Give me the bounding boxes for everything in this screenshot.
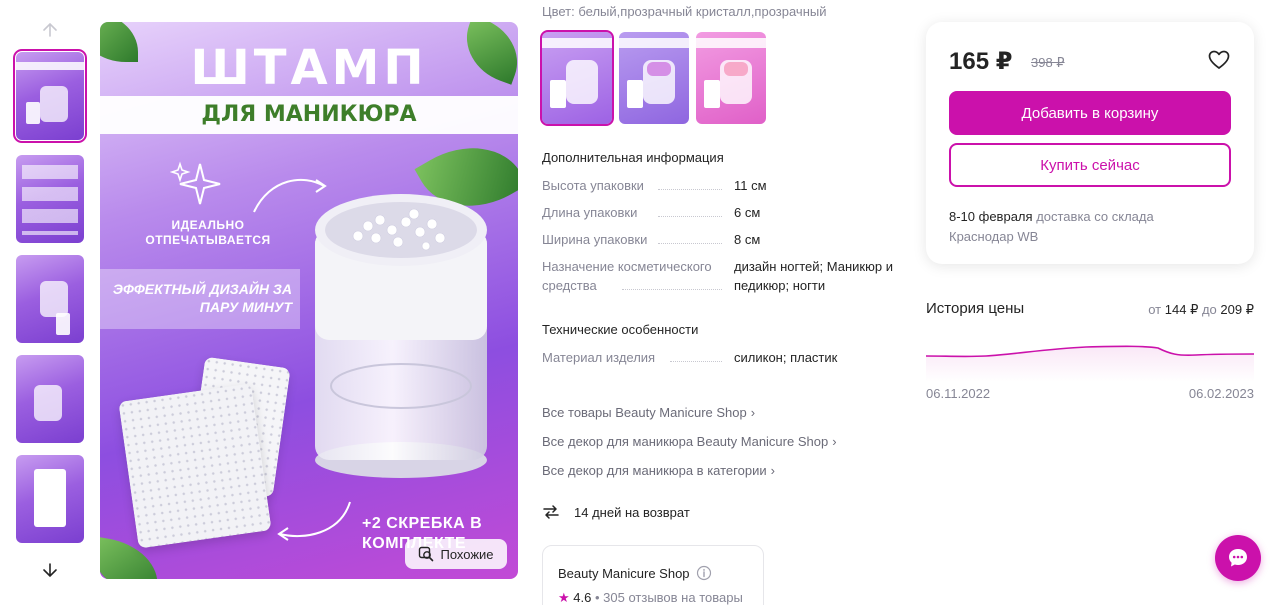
range-to-value: 209 ₽ [1220, 302, 1254, 317]
range-from-label: от [1148, 302, 1162, 317]
stamp-jar-illustration [315, 194, 487, 478]
thumbnail-1[interactable] [13, 49, 87, 143]
hero-subtitle: ДЛЯ МАНИКЮРА [201, 102, 417, 127]
seller-reviews[interactable]: 305 отзывов на товары [603, 590, 743, 605]
color-value: белый,прозрачный кристалл,прозрачный [578, 4, 827, 19]
curved-arrow-2-icon [277, 501, 351, 541]
thumbnail-5[interactable] [16, 455, 84, 543]
color-swatch-2[interactable] [619, 32, 689, 124]
spec-dots [622, 289, 722, 290]
seller-rating: 4.6 [573, 590, 592, 605]
spec-dots [658, 189, 722, 190]
spec-dots [658, 243, 722, 244]
color-swatch-3[interactable] [696, 32, 766, 124]
thumbnail-scroll-up-button[interactable] [38, 18, 62, 42]
main-product-image[interactable]: ШТАМП ДЛЯ МАНИКЮРА ИДЕАЛЬНО ОТПЕЧАТЫВАЕТ… [100, 22, 518, 579]
price-history-title: История цены [926, 300, 1025, 317]
add-to-cart-button[interactable]: Добавить в корзину [949, 91, 1231, 135]
thumbnail-4[interactable] [16, 355, 84, 443]
arrow-down-icon [43, 563, 57, 578]
spec-label: Материал изделия [542, 350, 656, 365]
link-all-seller-products[interactable]: Все товары Beauty Manicure Shop › [542, 405, 755, 420]
star-icon: ★ [558, 590, 570, 605]
color-swatch-1[interactable] [540, 30, 614, 126]
color-label: Цвет: [542, 4, 575, 19]
scraper-card-1 [118, 383, 272, 549]
return-policy-text: 14 дней на возврат [574, 504, 690, 520]
technical-title: Технические особенности [542, 322, 699, 337]
chevron-right-icon: › [750, 405, 756, 420]
spec-value: 11 см [734, 178, 767, 193]
sparkle-icon [170, 161, 221, 205]
price-history-chart[interactable] [926, 336, 1254, 382]
return-policy: 14 дней на возврат [542, 503, 690, 521]
rating-dot: • [594, 590, 604, 605]
price-history-start-date: 06.11.2022 [926, 386, 991, 401]
old-price: 398 ₽ [1031, 55, 1065, 70]
seller-name[interactable]: Beauty Manicure Shop [558, 566, 690, 581]
current-price: 165 ₽ [949, 48, 1013, 75]
chat-icon [1229, 549, 1247, 567]
thumbnail-2[interactable] [16, 155, 84, 243]
spec-dots [670, 361, 722, 362]
info-icon[interactable] [696, 565, 712, 581]
similar-button[interactable]: Похожие [405, 539, 507, 569]
thumbnail-column [12, 14, 88, 594]
link-label: Все декор для маникюра Beauty Manicure S… [542, 434, 829, 449]
similar-label: Похожие [440, 546, 494, 562]
price-history-end-date: 06.02.2023 [1188, 386, 1254, 401]
seller-name-row: Beauty Manicure Shop [558, 565, 712, 581]
buy-now-button[interactable]: Купить сейчас [949, 143, 1231, 187]
chevron-right-icon: › [832, 434, 837, 449]
seller-card[interactable]: Beauty Manicure Shop ★ 4.6 • 305 отзывов… [542, 545, 764, 605]
range-to-label: до [1201, 302, 1217, 317]
seller-rating-row: ★ 4.6 • 305 отзывов на товары [558, 590, 743, 605]
search-similar-icon [419, 546, 434, 562]
thumbnail-scroll-down-button[interactable] [38, 558, 62, 582]
price-history-range: от 144 ₽ до 209 ₽ [1148, 302, 1254, 318]
link-seller-category[interactable]: Все декор для маникюра Beauty Manicure S… [542, 434, 837, 449]
chat-button[interactable] [1215, 535, 1261, 581]
range-from-value: 144 ₽ [1164, 302, 1199, 317]
link-label: Все товары Beauty Manicure Shop [542, 405, 747, 420]
hero-feature-design: ЭФФЕКТНЫЙ ДИЗАЙН ЗА ПАРУ МИНУТ [112, 281, 292, 315]
link-label: Все декор для маникюра в категории [542, 463, 767, 478]
buy-card: 165 ₽ 398 ₽ Добавить в корзину Купить се… [926, 22, 1254, 264]
spec-dots [658, 216, 722, 217]
color-line: Цвет: белый,прозрачный кристалл,прозрачн… [542, 4, 826, 19]
spec-label: Длина упаковки [542, 205, 638, 220]
spec-value: дизайн ногтей; Маникюр и педикюр; ногти [734, 259, 893, 293]
link-category[interactable]: Все декор для маникюра в категории › [542, 463, 775, 478]
delivery-info: 8-10 февраля доставка со склада Краснода… [949, 207, 1189, 247]
arrow-up-icon [43, 22, 57, 37]
additional-info-title: Дополнительная информация [542, 150, 724, 165]
heart-icon[interactable] [1208, 50, 1230, 70]
hero-feature-perfect-print: ИДЕАЛЬНО ОТПЕЧАТЫВАЕТСЯ [145, 218, 271, 247]
spec-label: Высота упаковки [542, 178, 644, 193]
spec-value: 6 см [734, 205, 761, 220]
hero-title: ШТАМП [190, 40, 428, 96]
spec-value: 8 см [734, 232, 761, 247]
thumbnail-3[interactable] [16, 255, 84, 343]
chevron-right-icon: › [770, 463, 775, 478]
return-arrows-icon [543, 505, 559, 519]
delivery-date: 8-10 февраля [949, 209, 1033, 224]
spec-label: Ширина упаковки [542, 232, 648, 247]
spec-value: силикон; пластик [734, 350, 838, 365]
